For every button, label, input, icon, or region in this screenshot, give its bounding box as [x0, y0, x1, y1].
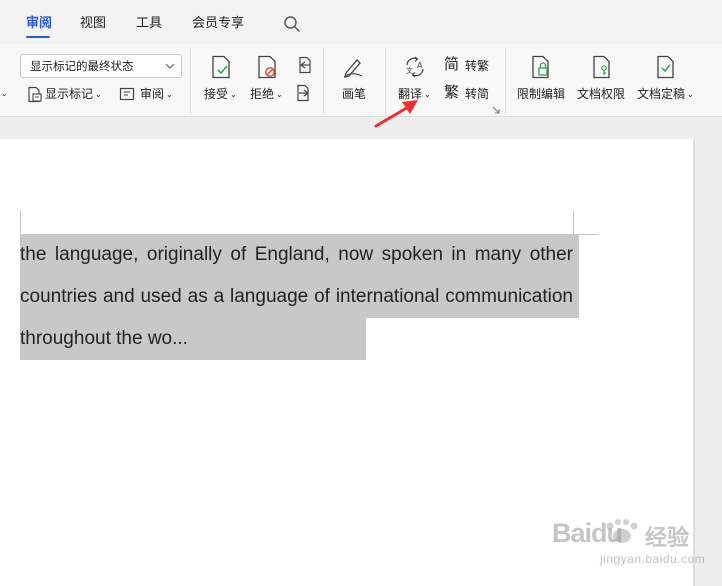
show-markup-button[interactable]: 显示标记 ⌄	[45, 86, 102, 104]
review-pane-button[interactable]: 审阅 ⌄	[140, 86, 173, 104]
ribbon-separator	[505, 48, 506, 114]
to-simplified-icon[interactable]: 繁	[444, 84, 459, 100]
reject-button[interactable]: 拒绝 ⌄	[250, 86, 283, 104]
reject-label: 拒绝	[250, 87, 275, 101]
watermark-suffix: 经验	[645, 526, 690, 551]
watermark-brand: Baidu	[552, 518, 623, 548]
menu-bar: 审阅 视图 工具 会员专享	[0, 0, 722, 44]
ribbon-divider	[0, 116, 722, 117]
document-permissions-icon[interactable]	[590, 55, 614, 79]
markup-view-select-value: 显示标记的最终状态	[30, 59, 134, 73]
search-icon[interactable]	[283, 15, 301, 33]
chevron-down-icon: ⌄	[166, 90, 173, 99]
to-traditional-button[interactable]: 转繁	[465, 58, 489, 74]
ribbon-separator	[190, 48, 191, 114]
document-paragraph[interactable]: the language, originally of England, now…	[20, 234, 573, 360]
chevron-down-icon: ⌄	[276, 90, 283, 99]
chevron-down-icon: ⌄	[230, 90, 237, 99]
ribbon-separator	[323, 48, 324, 114]
to-traditional-icon[interactable]: 简	[444, 56, 459, 72]
ink-button[interactable]: 画笔	[342, 86, 366, 102]
ink-pen-icon[interactable]	[341, 56, 365, 78]
show-markup-icon[interactable]	[26, 86, 42, 103]
svg-text:A: A	[417, 61, 423, 70]
tab-view[interactable]: 视图	[80, 14, 106, 34]
tab-tools[interactable]: 工具	[136, 14, 162, 34]
translate-icon[interactable]: A 文	[403, 56, 427, 78]
document-permissions-button[interactable]: 文档权限	[577, 86, 625, 102]
accept-button[interactable]: 接受 ⌄	[204, 86, 237, 104]
svg-text:文: 文	[406, 66, 413, 75]
document-finalize-button[interactable]: 文档定稿 ⌄	[637, 86, 694, 104]
show-markup-label: 显示标记	[45, 87, 94, 101]
chevron-down-icon: ⌄	[687, 90, 694, 99]
tab-member[interactable]: 会员专享	[192, 14, 244, 34]
accept-icon[interactable]	[210, 55, 232, 79]
margin-crop-mark	[573, 210, 574, 234]
document-finalize-icon[interactable]	[654, 55, 678, 79]
next-change-icon[interactable]	[296, 84, 312, 102]
restrict-editing-button[interactable]: 限制编辑	[517, 86, 565, 102]
margin-crop-mark	[20, 210, 21, 234]
document-finalize-label: 文档定稿	[637, 87, 686, 101]
tab-review[interactable]: 审阅	[26, 14, 52, 34]
chevron-down-icon[interactable]: ⌄	[1, 86, 8, 102]
reject-icon[interactable]	[256, 55, 278, 79]
dialog-launcher-icon[interactable]	[492, 106, 500, 114]
to-simplified-button[interactable]: 转简	[465, 86, 489, 102]
active-tab-indicator	[26, 36, 50, 38]
annotation-arrow-icon	[374, 100, 418, 128]
review-pane-label: 审阅	[140, 87, 165, 101]
chevron-down-icon	[165, 63, 175, 69]
markup-view-select[interactable]: 显示标记的最终状态	[20, 54, 182, 78]
chevron-down-icon: ⌄	[424, 90, 431, 99]
review-pane-icon[interactable]	[119, 86, 135, 102]
restrict-editing-icon[interactable]	[529, 55, 553, 79]
previous-change-icon[interactable]	[296, 56, 312, 74]
chevron-down-icon: ⌄	[95, 90, 102, 99]
accept-label: 接受	[204, 87, 229, 101]
watermark-url: jingyan.baidu.com	[600, 552, 706, 566]
